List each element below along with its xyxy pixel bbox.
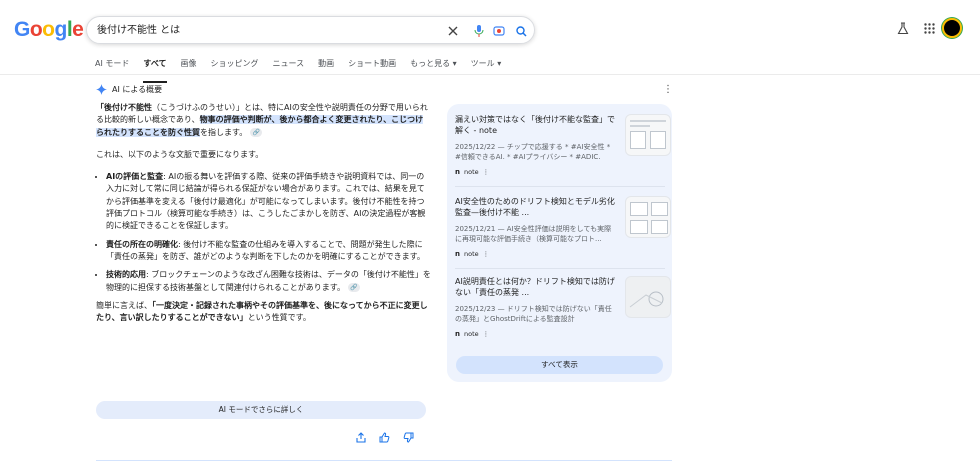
logo-letter: o xyxy=(29,18,43,41)
apps-grid-icon[interactable] xyxy=(920,19,938,37)
source-name: note xyxy=(463,250,479,258)
source-site: n note ⋮ xyxy=(455,330,489,338)
list-item: 技術的応用: ブロックチェーンのような改ざん困難な技術は、データの「後付け不能性… xyxy=(106,269,431,294)
search-icon[interactable] xyxy=(513,23,529,39)
logo-letter: G xyxy=(14,18,30,41)
intro-term: 「後付け不能性 xyxy=(96,103,152,112)
bullet-list: AIの評価と監査: AIの振る舞いを評価する際、従来の評価手続きや説明資料では、… xyxy=(96,171,431,294)
logo-letter: g xyxy=(54,18,68,41)
top-bar: Google xyxy=(0,0,980,56)
intro-paragraph: 「後付け不能性（こうづけふのうせい）」とは、特にAIの安全性や説明責任の分野で用… xyxy=(96,102,431,139)
camera-lens-icon[interactable] xyxy=(491,23,507,39)
ai-sparkle-icon xyxy=(96,84,107,95)
link-icon[interactable]: 🔗 xyxy=(347,282,360,292)
more-options-icon[interactable]: ⋮ xyxy=(663,84,673,95)
summary-paragraph: 簡単に言えば、「一度決定・記録された事柄やその評価基準を、後になってから不正に変… xyxy=(96,300,431,325)
note-favicon-icon: n xyxy=(455,330,460,338)
source-menu-icon[interactable]: ⋮ xyxy=(483,330,490,338)
source-menu-icon[interactable]: ⋮ xyxy=(483,168,490,176)
show-all-button[interactable]: すべて表示 xyxy=(456,356,663,374)
source-menu-icon[interactable]: ⋮ xyxy=(483,250,490,258)
bullet-label: 責任の所在の明確化 xyxy=(106,239,178,249)
thumbs-down-icon[interactable] xyxy=(401,430,415,444)
ai-overview-title: AI による概要 xyxy=(112,85,163,94)
source-snippet: 2025/12/23 — ドリフト検知では防げない「責任の蒸発」とGhostDr… xyxy=(455,305,612,323)
note-favicon-icon: n xyxy=(455,250,460,258)
bullet-text: : ブロックチェーンのような改ざん困難な技術は、データの「後付け不能性」を物理的… xyxy=(106,270,431,292)
summary-start: 簡単に言えば、 xyxy=(96,300,152,310)
logo-letter: e xyxy=(72,18,84,41)
source-site: n note ⋮ xyxy=(455,168,489,176)
ai-overview-body: 「後付け不能性（こうづけふのうせい）」とは、特にAIの安全性や説明責任の分野で用… xyxy=(96,102,431,334)
bullet-label: AIの評価と監査 xyxy=(106,172,164,182)
source-name: note xyxy=(463,168,479,176)
summary-end: という性質です。 xyxy=(247,313,311,323)
source-title[interactable]: 漏えい対策ではなく「後付け不能な監査」で解く - note xyxy=(455,114,615,136)
source-snippet: 2025/12/22 — チップで応援する * #AI安全性 * #信頼できるA… xyxy=(455,143,611,161)
list-item: 責任の所在の明確化: 後付け不能な監査の仕組みを導入することで、問題が発生した際… xyxy=(106,239,431,264)
context-paragraph: これは、以下のような文脈で重要になります。 xyxy=(96,149,264,159)
clear-icon[interactable] xyxy=(445,23,461,39)
labs-flask-icon[interactable] xyxy=(894,19,912,37)
source-thumbnail[interactable] xyxy=(625,114,671,156)
ai-mode-more-button[interactable]: AI モードでさらに詳しく xyxy=(96,401,426,419)
source-title[interactable]: AI説明責任とは何か？ドリフト検知では防げない「責任の蒸発 ... xyxy=(455,276,615,298)
thumbs-up-icon[interactable] xyxy=(377,430,391,444)
source-title[interactable]: AI安全性のためのドリフト検知とモデル劣化監査—後付け不能 ... xyxy=(455,196,615,218)
search-input[interactable] xyxy=(97,23,437,34)
link-icon[interactable]: 🔗 xyxy=(250,127,263,137)
source-thumbnail[interactable] xyxy=(625,196,671,238)
intro-end: を指します。 xyxy=(200,127,248,137)
source-card[interactable]: 漏えい対策ではなく「後付け不能な監査」で解く - note 2025/12/22… xyxy=(455,106,671,186)
source-name: note xyxy=(463,330,479,338)
source-snippet: 2025/12/21 — AI安全性評価は説明をしても実際に再現可能な評価手続き… xyxy=(455,225,612,243)
source-thumbnail[interactable] xyxy=(625,276,671,318)
ai-overview-header: AI による概要 xyxy=(96,84,162,95)
logo-letter: o xyxy=(42,18,55,41)
source-card[interactable]: AI安全性のためのドリフト検知とモデル劣化監査—後付け不能 ... 2025/1… xyxy=(455,188,671,268)
note-favicon-icon: n xyxy=(455,168,460,176)
source-card[interactable]: AI説明責任とは何か？ドリフト検知では防げない「責任の蒸発 ... 2025/1… xyxy=(455,268,671,348)
bullet-label: 技術的応用 xyxy=(106,270,146,280)
source-site: n note ⋮ xyxy=(455,250,489,258)
section-divider xyxy=(96,460,672,461)
tabs-divider xyxy=(0,74,980,75)
share-icon[interactable] xyxy=(354,430,368,444)
google-logo[interactable]: Google xyxy=(14,18,84,42)
account-avatar[interactable] xyxy=(942,18,962,38)
sources-panel: 漏えい対策ではなく「後付け不能な監査」で解く - note 2025/12/22… xyxy=(447,104,672,382)
card-divider xyxy=(455,186,665,187)
search-box[interactable] xyxy=(86,16,535,44)
microphone-icon[interactable] xyxy=(471,23,487,39)
list-item: AIの評価と監査: AIの振る舞いを評価する際、従来の評価手続きや説明資料では、… xyxy=(106,171,431,232)
